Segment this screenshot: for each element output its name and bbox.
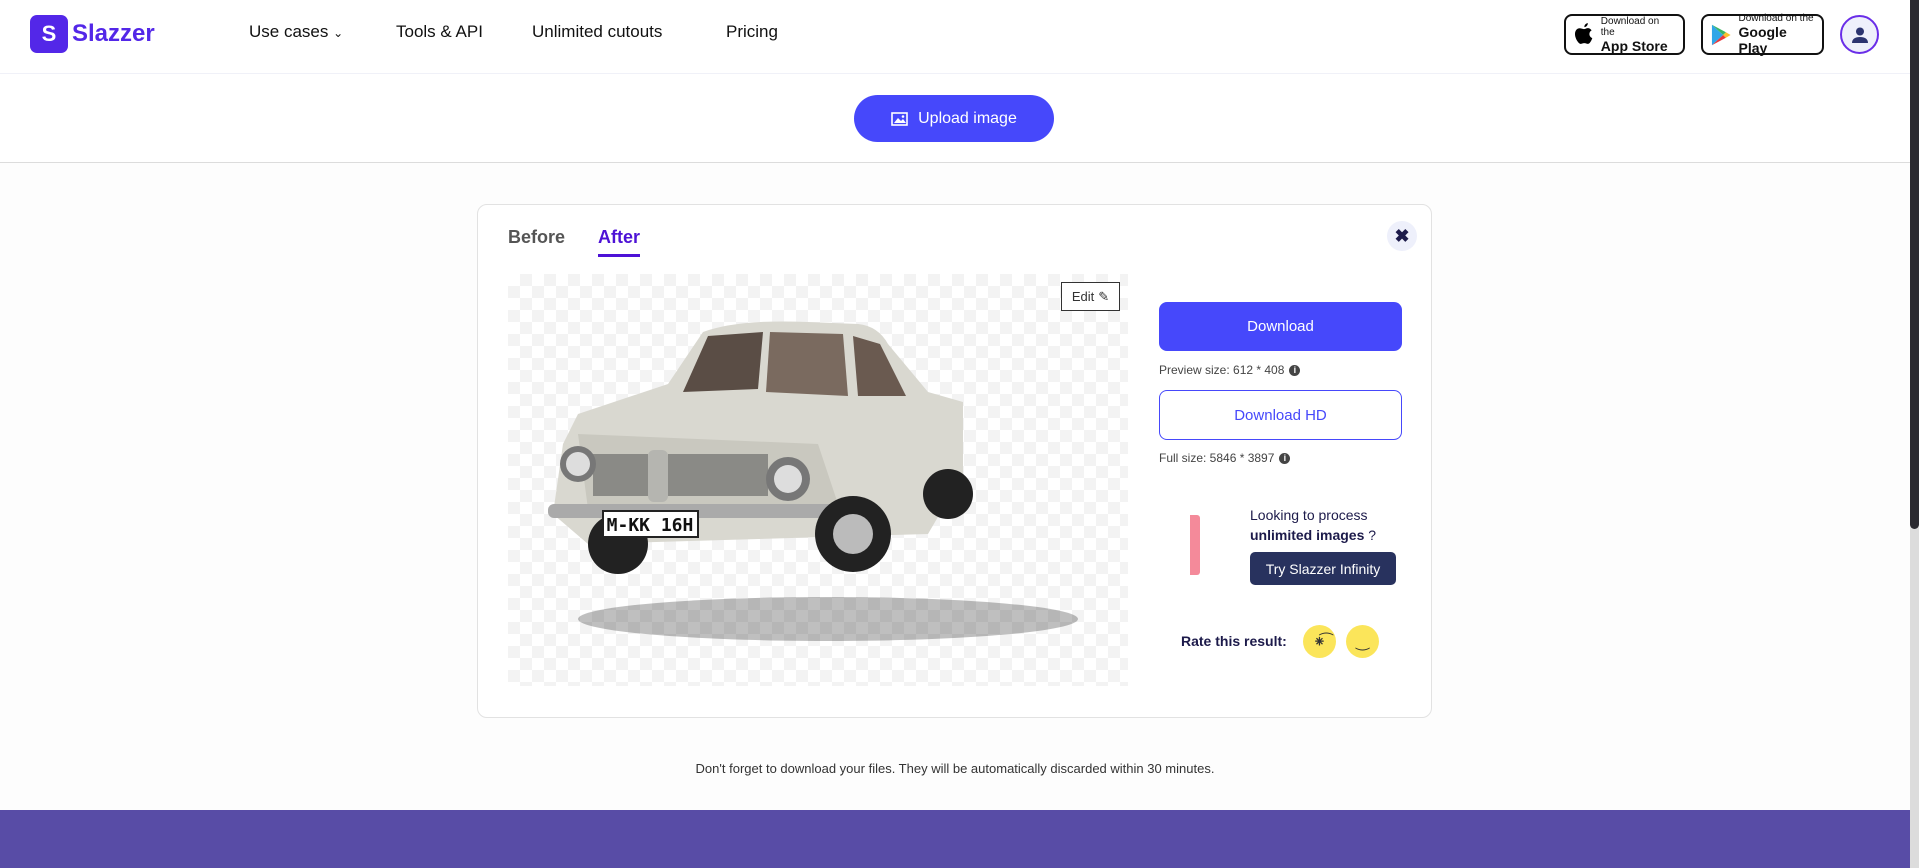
user-icon [1851,27,1868,43]
logo[interactable]: S Slazzer [30,15,155,53]
promo-bold: unlimited images [1250,527,1365,543]
promo-text: Looking to process unlimited images ? [1250,505,1376,545]
promo-line1: Looking to process [1250,507,1368,523]
badge-small-text: Download on the [1600,15,1660,38]
footer [0,810,1910,868]
preview-size-text: Preview size: 612 * 408 [1159,363,1285,377]
badge-big-text: Google Play [1738,24,1787,56]
upload-image-button[interactable]: Upload image [854,95,1054,142]
scrollbar[interactable] [1910,0,1919,868]
badge-big-text: App Store [1600,37,1668,54]
discard-note: Don't forget to download your files. The… [695,761,1215,776]
nav-tools-api[interactable]: Tools & API [396,22,483,42]
full-size-text: Full size: 5846 * 3897 [1159,451,1275,465]
close-icon[interactable]: ✖ [1387,221,1417,251]
nav-pricing[interactable]: Pricing [726,22,778,42]
pencil-icon: ✎ [1098,288,1110,304]
unhappy-emoji-icon[interactable]: ‿ [1346,625,1379,658]
preview-size: Preview size: 612 * 408 i [1159,363,1301,377]
logo-icon: S [30,15,68,53]
try-slazzer-infinity-button[interactable]: Try Slazzer Infinity [1250,552,1396,585]
license-plate: M-KK 16H [607,515,694,536]
image-icon [891,111,908,126]
edit-label: Edit [1071,289,1095,304]
badge-small-text: Download on the [1738,13,1814,24]
result-card: Before After ✖ M-KK 16H Edit ✎ Download P… [477,204,1432,718]
download-hd-button[interactable]: Download HD [1159,390,1402,440]
result-image: M-KK 16H Edit ✎ [508,274,1128,686]
info-icon[interactable]: i [1279,452,1291,464]
car-image: M-KK 16H [548,321,1078,641]
chevron-down-icon: ⌄ [333,26,344,40]
edit-button[interactable]: Edit ✎ [1061,282,1120,311]
tab-before[interactable]: Before [508,227,565,248]
google-play-icon [1711,24,1731,45]
promo-suffix: ? [1364,527,1377,543]
nav-unlimited-cutouts[interactable]: Unlimited cutouts [532,22,662,42]
promo-image [1190,515,1200,575]
nav-label: Use cases [249,22,329,41]
nav-use-cases[interactable]: Use cases ⌄ [249,22,343,42]
google-play-badge[interactable]: Download on the Google Play [1701,13,1824,56]
info-icon[interactable]: i [1289,364,1301,376]
full-size: Full size: 5846 * 3897 i [1159,451,1291,465]
smile-emoji-icon[interactable]: ⁕͡ [1303,625,1336,658]
user-avatar-button[interactable] [1840,15,1879,54]
scrollbar-thumb[interactable] [1910,0,1919,529]
tab-after[interactable]: After [598,227,641,257]
header: S Slazzer Use cases ⌄ Tools & API Unlimi… [0,0,1910,74]
app-store-badge[interactable]: Download on the App Store [1564,14,1685,55]
upload-bar: Upload image [0,74,1910,163]
download-button[interactable]: Download [1159,302,1402,351]
upload-label: Upload image [918,109,1017,127]
logo-text: Slazzer [72,20,155,47]
apple-icon [1574,22,1593,44]
rate-label: Rate this result: [1181,633,1287,649]
